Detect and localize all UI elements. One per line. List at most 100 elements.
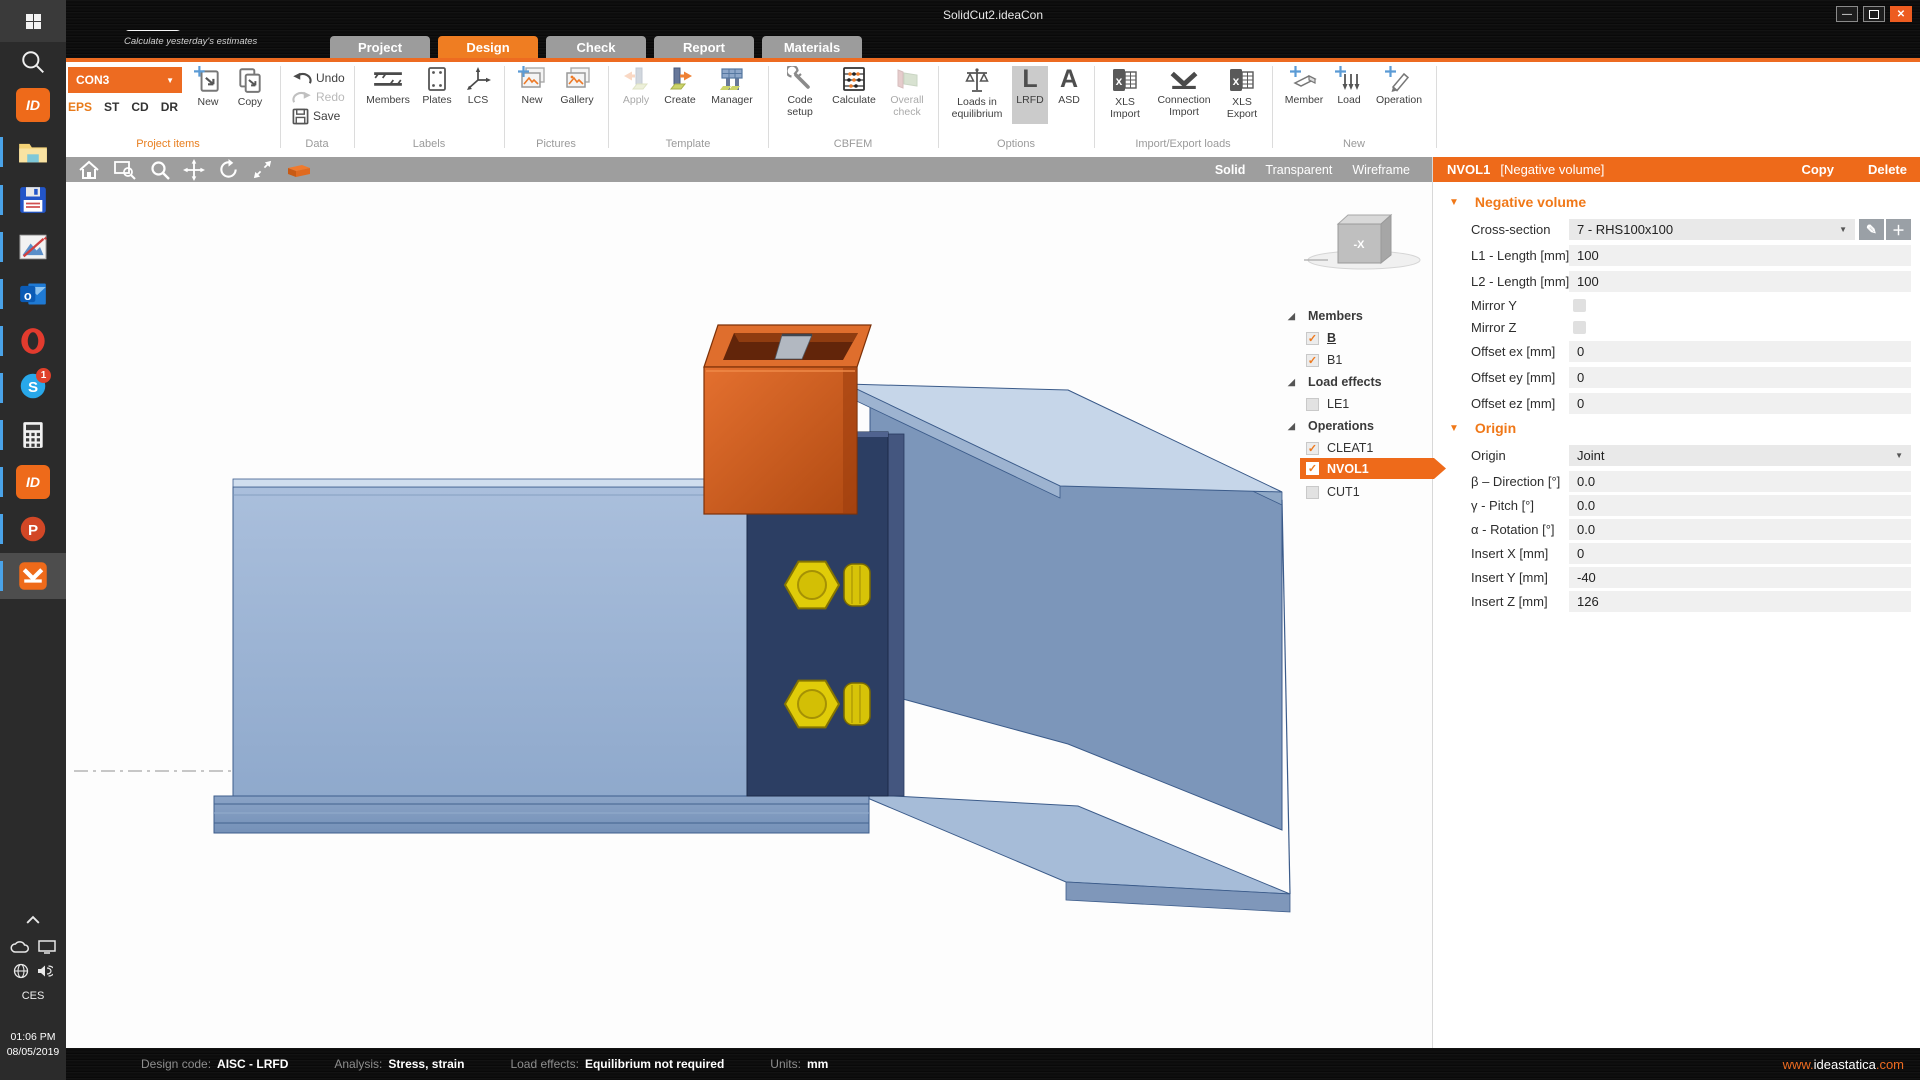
copy-operation-button[interactable]: Copy [1801, 162, 1834, 177]
checkbox-checked-icon[interactable] [1306, 353, 1319, 367]
checkbox-unchecked-icon[interactable] [1306, 485, 1319, 499]
view-mode-solid[interactable]: Solid [1215, 163, 1246, 177]
section-negative-volume[interactable]: ▼ Negative volume [1449, 194, 1586, 210]
pan-icon[interactable] [183, 159, 205, 181]
gamma-pitch-input[interactable]: 0.0 [1569, 495, 1911, 516]
3d-viewport[interactable]: -X [66, 182, 1432, 1048]
offset-ey-input[interactable]: 0 [1569, 367, 1911, 388]
close-button[interactable]: ✕ [1890, 6, 1912, 22]
asd-toggle[interactable]: A ASD [1052, 66, 1086, 124]
tree-group-operations[interactable]: ◢ Operations [1288, 416, 1374, 436]
taskbar-search-button[interactable] [13, 42, 53, 82]
tree-expand-icon[interactable]: ◢ [1288, 421, 1300, 432]
taskbar-skype-button[interactable]: 1 [13, 367, 53, 408]
start-button[interactable] [0, 0, 66, 42]
tree-item-cleat1[interactable]: CLEAT1 [1288, 438, 1373, 458]
checkbox-checked-icon[interactable] [1306, 462, 1319, 475]
taskbar-idea-connection-button[interactable] [13, 556, 53, 596]
tree-item-label[interactable]: B [1327, 331, 1336, 345]
taskbar-photos-button[interactable] [13, 227, 53, 267]
new-operation-button[interactable]: Operation [1370, 66, 1428, 124]
add-cross-section-button[interactable]: ＋ [1886, 219, 1911, 240]
view-mode-transparent[interactable]: Transparent [1265, 163, 1332, 177]
taskbar-idea-statica-button-2[interactable]: ID [13, 462, 53, 502]
collapse-triangle-icon[interactable]: ▼ [1449, 197, 1459, 208]
zoom-window-icon[interactable] [113, 160, 137, 180]
insert-x-input[interactable]: 0 [1569, 543, 1911, 564]
tree-group-members[interactable]: ◢ Members [1288, 306, 1363, 326]
selected-row-highlight[interactable]: NVOL1 [1300, 458, 1446, 479]
beta-direction-input[interactable]: 0.0 [1569, 471, 1911, 492]
member-b1[interactable] [845, 383, 1291, 913]
collapse-triangle-icon[interactable]: ▼ [1449, 423, 1459, 434]
website-link[interactable]: www.ideastatica.com [1783, 1057, 1904, 1072]
tree-item-b[interactable]: B [1288, 328, 1336, 348]
delete-operation-button[interactable]: Delete [1868, 162, 1907, 177]
origin-dropdown[interactable]: Joint ▼ [1569, 445, 1911, 466]
insert-y-input[interactable]: -40 [1569, 567, 1911, 588]
negative-volume-tube[interactable] [703, 324, 872, 515]
taskbar-file-explorer-button[interactable] [13, 132, 53, 172]
undo-button[interactable]: Undo [292, 70, 345, 86]
new-member-button[interactable]: Member [1280, 66, 1328, 124]
redo-button[interactable]: Redo [292, 89, 345, 105]
link-cd[interactable]: CD [131, 100, 148, 114]
tray-row-2[interactable] [0, 963, 66, 979]
offset-ex-input[interactable]: 0 [1569, 341, 1911, 362]
view-mode-wireframe[interactable]: Wireframe [1352, 163, 1410, 177]
mirror-z-checkbox[interactable] [1573, 321, 1586, 334]
alpha-rotation-input[interactable]: 0.0 [1569, 519, 1911, 540]
mirror-y-checkbox[interactable] [1573, 299, 1586, 312]
taskbar-calculator-button[interactable] [13, 415, 53, 455]
overall-check-button[interactable]: Overall check [884, 66, 930, 124]
l1-length-input[interactable]: 100 [1569, 245, 1911, 266]
edit-cross-section-button[interactable]: ✎ [1859, 219, 1884, 240]
tree-expand-icon[interactable]: ◢ [1288, 377, 1300, 388]
maximize-button[interactable] [1863, 6, 1885, 22]
create-template-button[interactable]: Create [658, 66, 702, 124]
cross-section-dropdown[interactable]: 7 - RHS100x100 ▼ [1569, 219, 1855, 240]
project-item-combo[interactable]: CON3 ▼ [68, 67, 182, 93]
tab-report[interactable]: Report [654, 36, 754, 58]
taskbar-floppy-app-button[interactable] [13, 180, 53, 220]
tab-materials[interactable]: Materials [762, 36, 862, 58]
section-origin[interactable]: ▼ Origin [1449, 420, 1516, 436]
checkbox-checked-icon[interactable] [1306, 331, 1319, 345]
connection-import-button[interactable]: Connection Import [1152, 66, 1216, 124]
insert-z-input[interactable]: 126 [1569, 591, 1911, 612]
tab-project[interactable]: Project [330, 36, 430, 58]
calculate-button[interactable]: Calculate [826, 66, 882, 124]
copy-project-item-button[interactable]: Copy [230, 66, 270, 124]
loads-in-equilibrium-button[interactable]: Loads in equilibrium [946, 66, 1008, 124]
taskbar-powerpoint-button[interactable] [13, 509, 53, 549]
checkbox-unchecked-icon[interactable] [1306, 397, 1319, 411]
taskbar-opera-button[interactable] [13, 321, 53, 361]
taskbar-outlook-button[interactable] [13, 274, 53, 314]
lcs-button[interactable]: LCS [460, 66, 496, 124]
tree-item-le1[interactable]: LE1 [1288, 394, 1349, 414]
offset-ez-input[interactable]: 0 [1569, 393, 1911, 414]
view-cube[interactable]: -X [1304, 213, 1421, 270]
zoom-fit-icon[interactable] [252, 159, 273, 180]
checkbox-checked-icon[interactable] [1306, 441, 1319, 455]
tree-expand-icon[interactable]: ◢ [1288, 311, 1300, 322]
taskbar-idea-statica-icon[interactable]: ID [13, 85, 53, 125]
tree-group-load-effects[interactable]: ◢ Load effects [1288, 372, 1382, 392]
l2-length-input[interactable]: 100 [1569, 271, 1911, 292]
minimize-button[interactable]: — [1836, 6, 1858, 22]
new-load-button[interactable]: Load [1330, 66, 1368, 124]
lrfd-toggle[interactable]: L LRFD [1012, 66, 1048, 124]
solid-brick-icon[interactable] [286, 161, 312, 179]
template-manager-button[interactable]: Manager [704, 66, 760, 124]
tray-expand-button[interactable] [0, 915, 66, 925]
gallery-button[interactable]: Gallery [554, 66, 600, 124]
zoom-icon[interactable] [150, 160, 170, 180]
plates-button[interactable]: Plates [416, 66, 458, 124]
taskbar-clock[interactable]: 01:06 PM 08/05/2019 [0, 1030, 66, 1060]
home-view-icon[interactable] [78, 160, 100, 180]
tree-item-b1[interactable]: B1 [1288, 350, 1342, 370]
new-picture-button[interactable]: New [512, 66, 552, 124]
apply-template-button[interactable]: Apply [616, 66, 656, 124]
3d-scene[interactable]: -X [66, 182, 1432, 1048]
link-st[interactable]: ST [104, 100, 119, 114]
